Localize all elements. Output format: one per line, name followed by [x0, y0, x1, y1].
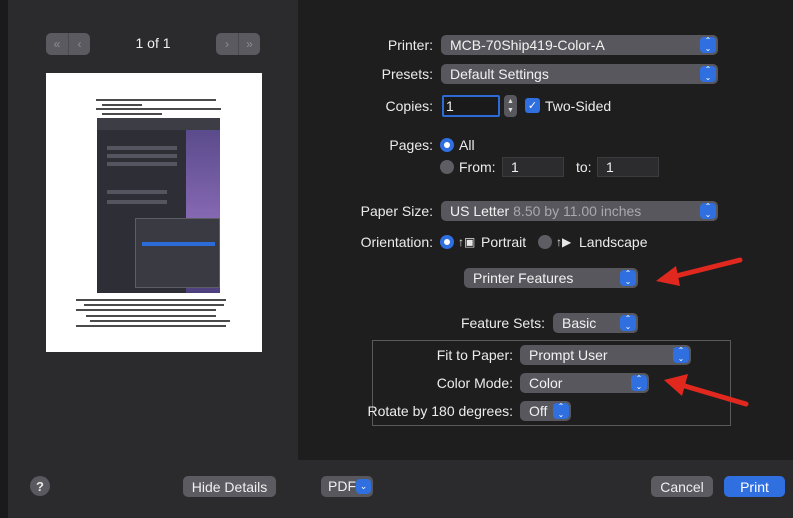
chevron-updown-icon: ⌃ ⌄: [700, 66, 716, 82]
feature-sets-value: Basic: [562, 315, 597, 331]
printer-popup[interactable]: MCB-70Ship419-Color-A ⌃ ⌄: [441, 35, 718, 55]
preview-nav-back-group: « ‹: [46, 33, 90, 55]
next-page-button[interactable]: ›: [216, 33, 238, 55]
portrait-orientation-icon: ↑▣: [458, 235, 476, 249]
feature-sets-label: Feature Sets:: [460, 315, 545, 331]
previous-page-button[interactable]: ‹: [68, 33, 90, 55]
orientation-portrait-radio[interactable]: [440, 235, 454, 249]
preview-text-line: [102, 113, 162, 115]
pages-from-radio[interactable]: [440, 160, 454, 174]
preview-shot-row: [107, 146, 177, 150]
preview-shot-row: [107, 154, 177, 158]
color-mode-popup[interactable]: Color ⌃ ⌄: [520, 373, 649, 393]
print-button[interactable]: Print: [724, 476, 785, 497]
pages-from-label: From:: [459, 159, 496, 175]
presets-label: Presets:: [381, 66, 433, 82]
page-preview-thumbnail: [46, 73, 262, 352]
pages-to-field[interactable]: 1: [597, 157, 659, 177]
pages-to-label-text: to:: [576, 159, 592, 175]
chevron-down-icon: ⌄: [356, 479, 371, 494]
chevron-updown-icon: ⌃ ⌄: [700, 37, 716, 53]
help-button[interactable]: ?: [30, 476, 50, 496]
chevron-updown-icon: ⌃ ⌄: [620, 315, 636, 331]
preview-text-line: [76, 325, 226, 327]
color-mode-value: Color: [529, 375, 563, 391]
pages-label: Pages:: [389, 137, 433, 153]
paper-size-label: Paper Size:: [360, 203, 433, 219]
chevron-updown-icon: ⌃ ⌄: [620, 270, 636, 286]
preview-shot-row: [107, 162, 177, 166]
preview-embedded-screenshot: [97, 118, 220, 293]
red-arrow-icon: [656, 257, 743, 286]
two-sided-label: Two-Sided: [545, 98, 612, 114]
pdf-label: PDF: [328, 478, 356, 494]
preview-shot-selection: [142, 242, 215, 246]
printer-value: MCB-70Ship419-Color-A: [450, 37, 605, 53]
pane-edge: [0, 0, 8, 518]
rotate-popup[interactable]: Off ⌃ ⌄: [520, 401, 571, 421]
preview-text-line: [96, 108, 221, 110]
section-popup-value: Printer Features: [473, 270, 574, 286]
chevron-updown-icon: ⌃ ⌄: [553, 403, 569, 419]
pages-all-radio[interactable]: [440, 138, 454, 152]
copies-field[interactable]: 1: [442, 95, 500, 117]
rotate-label: Rotate by 180 degrees:: [367, 403, 513, 419]
first-page-button[interactable]: «: [46, 33, 68, 55]
paper-size-popup[interactable]: US Letter 8.50 by 11.00 inches ⌃ ⌄: [441, 201, 718, 221]
hide-details-button[interactable]: Hide Details: [183, 476, 276, 497]
fit-to-paper-value: Prompt User: [529, 347, 608, 363]
orientation-portrait-label: Portrait: [481, 234, 527, 250]
preview-text-line: [90, 320, 230, 322]
copies-stepper[interactable]: ▲ ▼: [504, 95, 517, 117]
fit-to-paper-popup[interactable]: Prompt User ⌃ ⌄: [520, 345, 691, 365]
cancel-button[interactable]: Cancel: [651, 476, 713, 497]
preview-shot-dialog: [135, 218, 220, 288]
presets-value: Default Settings: [450, 66, 549, 82]
preview-pane: « ‹ 1 of 1 › » ? Hide Details: [0, 0, 298, 518]
feature-sets-popup[interactable]: Basic ⌃ ⌄: [553, 313, 638, 333]
preview-shot-row: [107, 190, 167, 194]
preview-text-line: [76, 309, 216, 311]
orientation-landscape-radio[interactable]: [538, 235, 552, 249]
preview-text-line: [76, 299, 226, 301]
color-mode-label: Color Mode:: [436, 375, 513, 391]
fit-to-paper-label: Fit to Paper:: [436, 347, 513, 363]
chevron-updown-icon: ⌃ ⌄: [700, 203, 716, 219]
preview-shot-titlebar: [97, 118, 220, 130]
preview-text-line: [96, 99, 216, 101]
paper-size-detail: 8.50 by 11.00 inches: [513, 203, 642, 219]
preview-nav-forward-group: › »: [216, 33, 260, 55]
two-sided-checkbox[interactable]: ✓: [525, 98, 540, 113]
preview-text-line: [84, 304, 224, 306]
orientation-landscape-label: Landscape: [579, 234, 648, 250]
pages-from-field[interactable]: 1: [502, 157, 564, 177]
chevron-updown-icon: ⌃ ⌄: [631, 375, 647, 391]
paper-size-value: US Letter: [450, 203, 510, 219]
copies-label: Copies:: [385, 98, 433, 114]
pdf-menu-button[interactable]: PDF ⌄: [321, 476, 373, 497]
preview-shot-row: [107, 200, 167, 204]
chevron-updown-icon: ⌃ ⌄: [673, 347, 689, 363]
red-arrow-icon: [664, 374, 749, 407]
last-page-button[interactable]: »: [238, 33, 260, 55]
pages-all-label: All: [459, 137, 475, 153]
printer-label: Printer:: [387, 37, 433, 53]
section-popup[interactable]: Printer Features ⌃ ⌄: [464, 268, 638, 288]
rotate-value: Off: [529, 403, 548, 419]
page-indicator: 1 of 1: [135, 35, 171, 51]
orientation-label: Orientation:: [360, 234, 433, 250]
landscape-orientation-icon: ↑▶: [556, 235, 572, 249]
presets-popup[interactable]: Default Settings ⌃ ⌄: [441, 64, 718, 84]
preview-text-line: [86, 315, 216, 317]
preview-text-line: [102, 104, 142, 106]
